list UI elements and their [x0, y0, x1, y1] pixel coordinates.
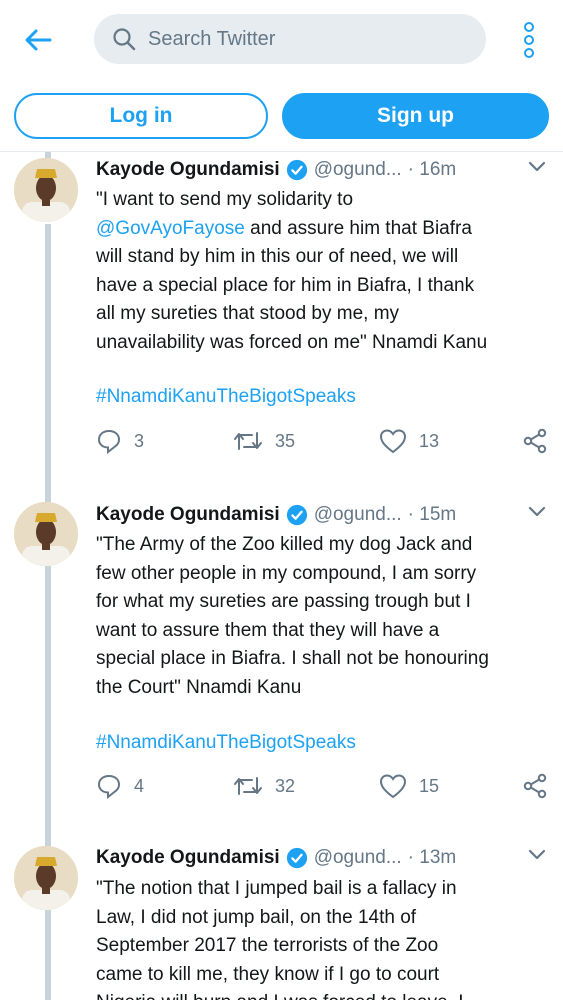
share-icon — [523, 428, 547, 454]
verified-badge-icon — [286, 847, 307, 869]
like-button[interactable]: 15 — [379, 771, 439, 801]
text-line: "The Army of the Zoo killed my dog Jack … — [96, 534, 473, 555]
reply-button[interactable]: 3 — [96, 426, 144, 456]
more-options-button[interactable] — [514, 18, 544, 62]
text-line: have a special place for him in Biafra, … — [96, 274, 475, 296]
hashtag-link[interactable]: #NnamdiKanuTheBigotSpeaks — [96, 732, 356, 754]
search-icon — [113, 28, 136, 51]
retweet-button[interactable]: 35 — [233, 426, 295, 456]
arrow-left-icon — [25, 29, 52, 51]
tweet-time[interactable]: · 13m — [408, 847, 457, 869]
avatar[interactable] — [14, 502, 78, 566]
author-name[interactable]: Kayode Ogundamisi — [96, 504, 280, 526]
avatar[interactable] — [14, 846, 78, 910]
text-line: all my sureties that stood by me, my — [96, 303, 400, 324]
tweet-header: Kayode Ogundamisi @ogund... · 16m — [96, 155, 556, 185]
top-bar: Log in Sign up — [0, 0, 563, 152]
like-button[interactable]: 13 — [379, 426, 439, 456]
tweet[interactable]: Kayode Ogundamisi @ogund... · 15m "The A… — [0, 500, 563, 820]
author-handle[interactable]: @ogund... — [314, 847, 402, 869]
heart-icon — [379, 774, 407, 799]
dot-icon — [524, 48, 534, 58]
tweet-text: "The Army of the Zoo killed my dog Jack … — [96, 531, 556, 702]
text-line: Nigeria will burn and I was forced to le… — [96, 989, 556, 1000]
dot-icon — [524, 35, 534, 45]
like-count: 15 — [419, 775, 440, 796]
search-box[interactable] — [94, 14, 486, 64]
text-line: want to assure them that they will have … — [96, 619, 440, 641]
tweet-time[interactable]: · 16m — [408, 159, 457, 181]
avatar[interactable] — [14, 158, 78, 222]
tweet[interactable]: Kayode Ogundamisi @ogund... · 16m "I wan… — [0, 155, 563, 480]
author-handle[interactable]: @ogund... — [314, 159, 402, 181]
retweet-count: 32 — [275, 775, 296, 796]
share-button[interactable] — [523, 771, 549, 801]
tweet-time[interactable]: · 15m — [408, 504, 457, 526]
text-fragment: and assure him that Biafra — [244, 217, 472, 239]
tweet-header: Kayode Ogundamisi @ogund... · 15m — [96, 500, 556, 530]
retweet-icon — [234, 432, 262, 450]
chevron-down-icon[interactable] — [527, 505, 547, 519]
retweet-button[interactable]: 32 — [233, 771, 295, 801]
reply-count: 4 — [134, 775, 145, 796]
author-name[interactable]: Kayode Ogundamisi — [96, 847, 280, 869]
text-line: "The notion that I jumped bail is a fall… — [96, 878, 457, 899]
author-name[interactable]: Kayode Ogundamisi — [96, 159, 280, 181]
text-line: September 2017 the terrorists of the Zoo — [96, 935, 439, 956]
like-count: 13 — [419, 430, 440, 451]
reply-button[interactable]: 4 — [96, 771, 144, 801]
reply-count: 3 — [134, 430, 145, 451]
tweet-actions: 3 35 13 — [96, 426, 551, 456]
share-button[interactable] — [523, 426, 549, 456]
text-line: special place in Biafra. I shall not be … — [96, 648, 489, 669]
verified-badge-icon — [286, 159, 307, 181]
tweet-text: "The notion that I jumped bail is a fall… — [96, 875, 556, 1000]
retweet-count: 35 — [275, 430, 296, 451]
dot-icon — [524, 22, 534, 32]
search-input[interactable] — [148, 27, 468, 51]
author-handle[interactable]: @ogund... — [314, 504, 402, 526]
text-line: the Court" Nnamdi Kanu — [96, 676, 302, 698]
text-line: will stand by him in this our of need, w… — [96, 246, 459, 267]
text-line: for what my sureties are passing trough … — [96, 591, 471, 612]
tweet[interactable]: Kayode Ogundamisi @ogund... · 13m "The n… — [0, 843, 563, 1000]
chevron-down-icon[interactable] — [527, 848, 547, 862]
verified-badge-icon — [286, 504, 307, 526]
back-button[interactable] — [18, 20, 58, 60]
share-icon — [523, 773, 547, 799]
text-line: Law, I did not jump bail, on the 14th of — [96, 906, 417, 928]
text-line: unavailability was forced on me" Nnamdi … — [96, 331, 488, 353]
reply-icon — [97, 429, 121, 454]
text-line: "I want to send my solidarity to — [96, 189, 354, 210]
text-line: @GovAyoFayose and assure him that Biafra — [96, 215, 556, 244]
mention-link[interactable]: @GovAyoFayose — [96, 218, 245, 239]
hashtag-link[interactable]: #NnamdiKanuTheBigotSpeaks — [96, 386, 356, 408]
tweet-text: "I want to send my solidarity to @GovAyo… — [96, 186, 556, 357]
chevron-down-icon[interactable] — [527, 160, 547, 174]
reply-icon — [97, 774, 121, 799]
retweet-icon — [234, 777, 262, 795]
text-line: few other people in my compound, I am so… — [96, 562, 477, 584]
heart-icon — [379, 429, 407, 454]
tweet-actions: 4 32 15 — [96, 771, 551, 801]
signup-button[interactable]: Sign up — [282, 93, 549, 139]
text-line: came to kill me, they know if I go to co… — [96, 963, 440, 985]
login-button[interactable]: Log in — [14, 93, 268, 139]
tweet-header: Kayode Ogundamisi @ogund... · 13m — [96, 843, 556, 873]
